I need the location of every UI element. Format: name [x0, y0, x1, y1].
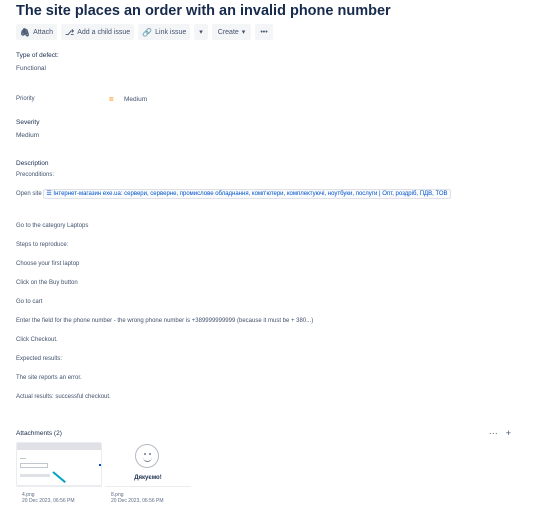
- arrow-icon: [52, 471, 66, 484]
- open-site-line: Open site ☰ Інтернет-магазин exe.ua: сер…: [16, 189, 511, 200]
- description-line: Click Checkout.: [16, 337, 58, 343]
- chevron-down-icon: ▾: [241, 29, 246, 36]
- create-label: Create: [217, 28, 239, 36]
- attachments-header: Attachments (2): [16, 430, 62, 437]
- type-of-defect-value[interactable]: Functional: [16, 65, 46, 72]
- more-icon[interactable]: ···: [489, 428, 498, 438]
- smiley-icon: [135, 444, 159, 468]
- attachment-meta: 4.png 20 Dec 2023, 06:56 PM: [16, 486, 102, 504]
- attachment-card[interactable]: Дякуємо! 8.png 20 Dec 2023, 06:56 PM: [105, 442, 191, 508]
- description-line: Go to the category Laptops: [16, 223, 89, 229]
- attachment-thumbnail: [16, 442, 102, 486]
- issue-title: The site places an order with an invalid…: [16, 3, 391, 19]
- link-issue-label: Link issue: [155, 28, 187, 36]
- attachment-date: 20 Dec 2023, 06:56 PM: [22, 498, 75, 504]
- description-line: Steps to reproduce:: [16, 242, 69, 248]
- attachment-meta: 8.png 20 Dec 2023, 06:56 PM: [105, 486, 191, 504]
- attach-button[interactable]: 🖇 Attach: [16, 24, 58, 40]
- attachment-thumbnail: Дякуємо!: [105, 442, 191, 486]
- priority-field[interactable]: Priority = Medium: [16, 95, 216, 104]
- more-icon: •••: [260, 28, 268, 36]
- add-child-issue-button[interactable]: ⎇ Add a child issue: [61, 24, 135, 40]
- severity-label: Severity: [16, 119, 40, 126]
- attach-label: Attach: [33, 28, 54, 36]
- site-link-text: Інтернет-магазин exe.ua: сервери, сервер…: [53, 191, 448, 197]
- description-line: Enter the field for the phone number - t…: [16, 318, 314, 324]
- paperclip-icon: 🖇: [20, 27, 31, 37]
- type-of-defect-label: Type of defect:: [16, 52, 59, 59]
- issue-toolbar: 🖇 Attach ⎇ Add a child issue 🔗 Link issu…: [16, 24, 273, 40]
- severity-value[interactable]: Medium: [16, 132, 39, 139]
- more-actions-button[interactable]: •••: [255, 24, 273, 40]
- attachments-actions: ··· +: [489, 428, 511, 438]
- description-line: Choose your first laptop: [16, 261, 80, 267]
- link-icon: 🔗: [142, 27, 153, 37]
- description-label: Description: [16, 160, 49, 167]
- description-line: The site reports an error.: [16, 375, 82, 381]
- site-link[interactable]: ☰ Інтернет-магазин exe.ua: сервери, серв…: [43, 189, 451, 199]
- priority-label: Priority: [16, 96, 35, 102]
- preconditions-text: Preconditions:: [16, 172, 55, 178]
- attachment-caption: Дякуємо!: [134, 475, 162, 481]
- attachment-date: 20 Dec 2023, 06:56 PM: [111, 498, 164, 504]
- add-child-label: Add a child issue: [77, 28, 131, 36]
- open-site-text: Open site: [16, 191, 42, 197]
- create-button[interactable]: Create ▾: [211, 24, 252, 40]
- add-icon[interactable]: +: [506, 428, 511, 438]
- priority-value: Medium: [124, 96, 148, 103]
- chevron-down-icon: ▾: [199, 29, 203, 36]
- link-issue-button[interactable]: 🔗 Link issue: [138, 24, 191, 40]
- description-line: Click on the Buy button: [16, 280, 78, 286]
- description-line: Actual results: successful checkout.: [16, 394, 111, 400]
- child-issue-icon: ⎇: [65, 27, 75, 37]
- link-issue-dropdown[interactable]: ▾: [194, 24, 208, 40]
- description-line: Go to cart: [16, 299, 43, 305]
- description-line: Expected results:: [16, 356, 63, 362]
- attachment-card[interactable]: 4.png 20 Dec 2023, 06:56 PM: [16, 442, 102, 508]
- priority-medium-icon: =: [109, 95, 114, 104]
